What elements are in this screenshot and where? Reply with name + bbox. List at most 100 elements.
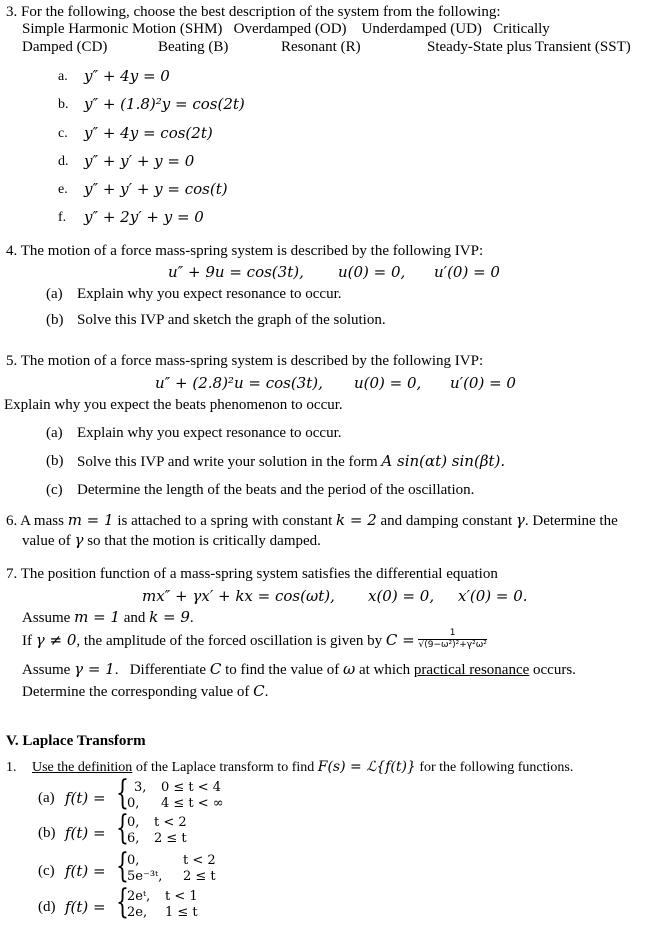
q7-header: 7. The position function of a mass-sprin… — [6, 566, 498, 582]
q3-item-eq: y″ + 2y′ + y = 0 — [84, 208, 204, 226]
q6-line2: value of γ so that the motion is critica… — [22, 533, 321, 549]
q6-text: is attached to a spring with constant — [113, 513, 337, 529]
case-condition: 2 ≤ t — [183, 869, 216, 884]
case-condition: t < 2 — [183, 853, 216, 868]
q7-amplitude-denominator: √(9−ω²)²+γ²ω² — [418, 640, 487, 651]
q6-mass: m = 1 — [67, 511, 114, 529]
case-value: 6, — [127, 831, 140, 846]
q5-part-text: Determine the length of the beats and th… — [77, 482, 475, 498]
q6-text: 6. A mass — [6, 513, 68, 529]
q7-spring-constant: k = 9 — [149, 608, 190, 626]
case-value: 3, — [134, 780, 147, 795]
laplace-q1: 1. Use the definition of the Laplace tra… — [6, 760, 573, 775]
q5-part-math: A sin(αt) sin(βt). — [381, 452, 506, 470]
q3-item-eq: y″ + 4y = 0 — [84, 67, 170, 85]
case-value: 5e⁻³ᵗ, — [127, 869, 163, 884]
laplace-q1-number: 1. — [6, 760, 17, 775]
q7-amplitude-numerator: 1 — [418, 629, 487, 641]
q4-part-label: (a) — [46, 286, 63, 302]
q3-item-label: f. — [58, 210, 67, 225]
case-condition: t < 2 — [154, 815, 187, 830]
case-condition: 1 ≤ t — [165, 905, 198, 920]
q5-part-label: (c) — [46, 482, 63, 498]
q7-initial-condition: x(0) = 0, — [368, 587, 435, 605]
q7-text: Assume — [22, 662, 75, 678]
q7-text: occurs. — [529, 662, 576, 678]
function-label: (a) — [38, 790, 55, 806]
q5-equation: u″ + (2.8)²u = cos(3t), — [155, 374, 323, 392]
function-label: (d) — [38, 899, 56, 915]
q3-header: 3. For the following, choose the best de… — [6, 4, 501, 20]
q3-item-label: d. — [58, 154, 69, 169]
q4-part-text: Solve this IVP and sketch the graph of t… — [77, 312, 386, 328]
q7-mass: m = 1 — [74, 608, 120, 626]
q6-text: so that the motion is critically damped. — [83, 533, 321, 549]
q5-part-label: (a) — [46, 425, 63, 441]
function-lhs: f(t) = — [65, 898, 106, 916]
q3-option-r: Resonant (R) — [281, 39, 361, 55]
q4-initial-condition: u′(0) = 0 — [434, 263, 500, 281]
q3-item-eq: y″ + 4y = cos(2t) — [84, 124, 213, 142]
function-lhs: f(t) = — [65, 862, 106, 880]
q7-gamma-condition: γ ≠ 0 — [35, 631, 77, 649]
q7-text: , the amplitude of the forced oscillatio… — [76, 633, 386, 649]
q7-text: . — [189, 610, 194, 626]
q5-explain: Explain why you expect the beats phenome… — [4, 397, 343, 413]
q6-text: . Determine the — [524, 513, 618, 529]
q5-part-text: Explain why you expect resonance to occu… — [77, 425, 342, 441]
q7-amplitude-lhs: C = — [385, 631, 415, 649]
q5-initial-condition: u′(0) = 0 — [450, 374, 516, 392]
section-title-laplace: V. Laplace Transform — [6, 733, 146, 749]
q3-option-b: Beating (B) — [158, 39, 229, 55]
q3-item-label: b. — [58, 97, 69, 112]
q3-item-eq: y″ + y′ + y = 0 — [84, 152, 195, 170]
q3-item-eq: y″ + y′ + y = cos(t) — [84, 180, 228, 198]
q5-part-label: (b) — [46, 453, 64, 469]
laplace-q1-text: of the Laplace transform to find — [132, 760, 318, 775]
q5-initial-condition: u(0) = 0, — [354, 374, 422, 392]
q7-amplitude-fraction: 1 √(9−ω²)²+γ²ω² — [418, 629, 487, 651]
q7-assume-gamma: Assume γ = 1. Differentiate C to find th… — [22, 662, 576, 678]
q3-item-label: c. — [58, 126, 68, 141]
q3-item-eq: y″ + (1.8)²y = cos(2t) — [84, 95, 245, 113]
case-value: 0, — [127, 815, 140, 830]
q4-part-text: Explain why you expect resonance to occu… — [77, 286, 342, 302]
q7-initial-condition: x′(0) = 0. — [458, 587, 528, 605]
q5-part-text: Solve this IVP and write your solution i… — [77, 454, 505, 470]
q7-text: Determine the corresponding value of — [22, 684, 254, 700]
q4-part-label: (b) — [46, 312, 64, 328]
q7-text: at which — [355, 662, 414, 678]
function-label: (c) — [38, 863, 55, 879]
case-condition: 2 ≤ t — [154, 831, 187, 846]
case-value: 2e, — [127, 905, 148, 920]
function-lhs: f(t) = — [65, 824, 106, 842]
q7-text: and — [119, 610, 150, 626]
q7-text: . — [264, 684, 269, 700]
q7-amplitude-symbol: C — [253, 682, 265, 700]
q3-option-sst: Steady-State plus Transient (SST) — [427, 39, 631, 55]
q7-assume-mk: Assume m = 1 and k = 9. — [22, 610, 194, 626]
q7-text: . Differentiate — [114, 662, 210, 678]
q3-item-label: a. — [58, 69, 68, 84]
case-value: 2eᵗ, — [127, 889, 151, 904]
q7-amplitude-symbol: C — [209, 660, 222, 678]
q6-spring-constant: k = 2 — [336, 511, 377, 529]
laplace-q1-text: for the following functions. — [415, 760, 574, 775]
q7-text: If — [22, 633, 36, 649]
q5-header: 5. The motion of a force mass-spring sys… — [6, 353, 484, 369]
q7-text: to find the value of — [221, 662, 343, 678]
q3-option-cd: Damped (CD) — [22, 39, 108, 55]
case-condition: 4 ≤ t < ∞ — [161, 796, 224, 811]
q7-omega: ω — [342, 660, 356, 678]
q4-equation: u″ + 9u = cos(3t), — [168, 263, 304, 281]
function-lhs: f(t) = — [65, 789, 106, 807]
q3-item-label: e. — [58, 182, 68, 197]
q7-determine: Determine the corresponding value of C. — [22, 684, 268, 700]
q7-gamma: γ = 1 — [74, 660, 115, 678]
q5-part-text-plain: Solve this IVP and write your solution i… — [77, 454, 382, 470]
case-condition: t < 1 — [165, 889, 198, 904]
q6-text: and damping constant — [376, 513, 516, 529]
q6-gamma: γ — [515, 511, 525, 529]
q7-equation: mx″ + γx′ + kx = cos(ωt), — [142, 587, 335, 605]
function-label: (b) — [38, 825, 56, 841]
